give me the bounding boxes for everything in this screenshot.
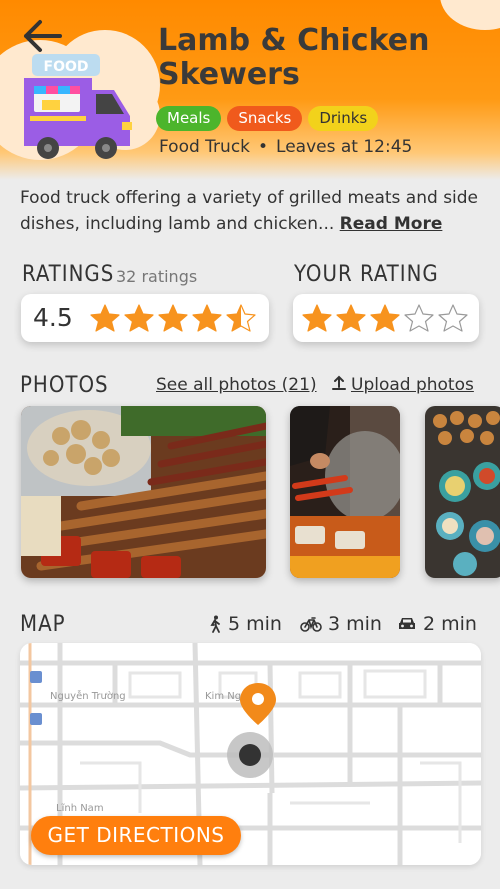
upload-photos-label: Upload photos (351, 375, 474, 395)
current-location-dot (239, 744, 261, 766)
departure-time: Leaves at 12:45 (276, 137, 413, 157)
star-half-icon (226, 304, 256, 332)
map-street-label: Nguyễn Trường (50, 689, 126, 702)
star-empty-icon[interactable] (437, 303, 469, 333)
star-filled-icon[interactable] (301, 303, 333, 333)
upload-photos-link[interactable]: Upload photos (331, 375, 474, 395)
car-icon (399, 618, 415, 629)
separator-dot: • (258, 137, 269, 157)
star-filled-icon[interactable] (335, 303, 367, 333)
average-rating-card: 4.5 (21, 294, 269, 342)
walk-time: 5 min (208, 613, 282, 635)
your-rating-stars[interactable] (301, 303, 469, 333)
star-filled-icon (90, 304, 120, 332)
star-filled-icon (158, 304, 188, 332)
see-all-photos-link[interactable]: See all photos (21) (156, 375, 317, 395)
map-heading: MAP (20, 612, 66, 637)
tag-snacks[interactable]: Snacks (227, 106, 303, 131)
star-empty-icon[interactable] (403, 303, 435, 333)
food-truck-icon: FOOD (18, 50, 136, 162)
car-time: 2 min (397, 613, 477, 635)
header: FOOD Lamb & Chicken Skewers Meals Snacks… (0, 0, 500, 180)
average-rating-value: 4.5 (33, 303, 73, 332)
photos-heading: PHOTOS (20, 373, 109, 398)
back-button[interactable] (20, 18, 64, 54)
get-directions-button[interactable]: GET DIRECTIONS (31, 816, 241, 855)
photo-street-vendor[interactable] (290, 406, 400, 578)
bike-time: 3 min (300, 613, 382, 635)
ratings-heading: RATINGS (22, 262, 115, 287)
photo-skewers-grill[interactable] (21, 406, 266, 578)
tag-meals[interactable]: Meals (156, 106, 222, 131)
description: Food truck offering a variety of grilled… (20, 185, 482, 237)
page-title: Lamb & Chicken Skewers (158, 23, 430, 92)
star-filled-icon (124, 304, 154, 332)
star-filled-icon[interactable] (369, 303, 401, 333)
walking-icon (210, 615, 220, 633)
your-rating-heading: YOUR RATING (294, 262, 439, 287)
star-filled-icon (192, 304, 222, 332)
arrow-left-icon (24, 20, 62, 52)
category-label: Food Truck (159, 137, 251, 157)
photo-market-stall[interactable] (425, 406, 500, 578)
tag-drinks[interactable]: Drinks (308, 106, 379, 131)
read-more-link[interactable]: Read More (340, 214, 443, 234)
bike-time-value: 3 min (328, 613, 382, 635)
bicycle-icon (300, 617, 322, 632)
upload-icon (332, 375, 346, 390)
ratings-count: 32 ratings (116, 267, 198, 286)
your-rating-card (293, 294, 479, 342)
map-street-label: Lĩnh Nam (56, 803, 104, 814)
car-time-value: 2 min (423, 613, 477, 635)
tag-list: Meals Snacks Drinks (156, 106, 379, 131)
truck-info: Food Truck • Leaves at 12:45 (159, 137, 412, 157)
walk-time-value: 5 min (228, 613, 282, 635)
truck-sign-text: FOOD (44, 59, 89, 75)
average-stars (89, 303, 257, 333)
